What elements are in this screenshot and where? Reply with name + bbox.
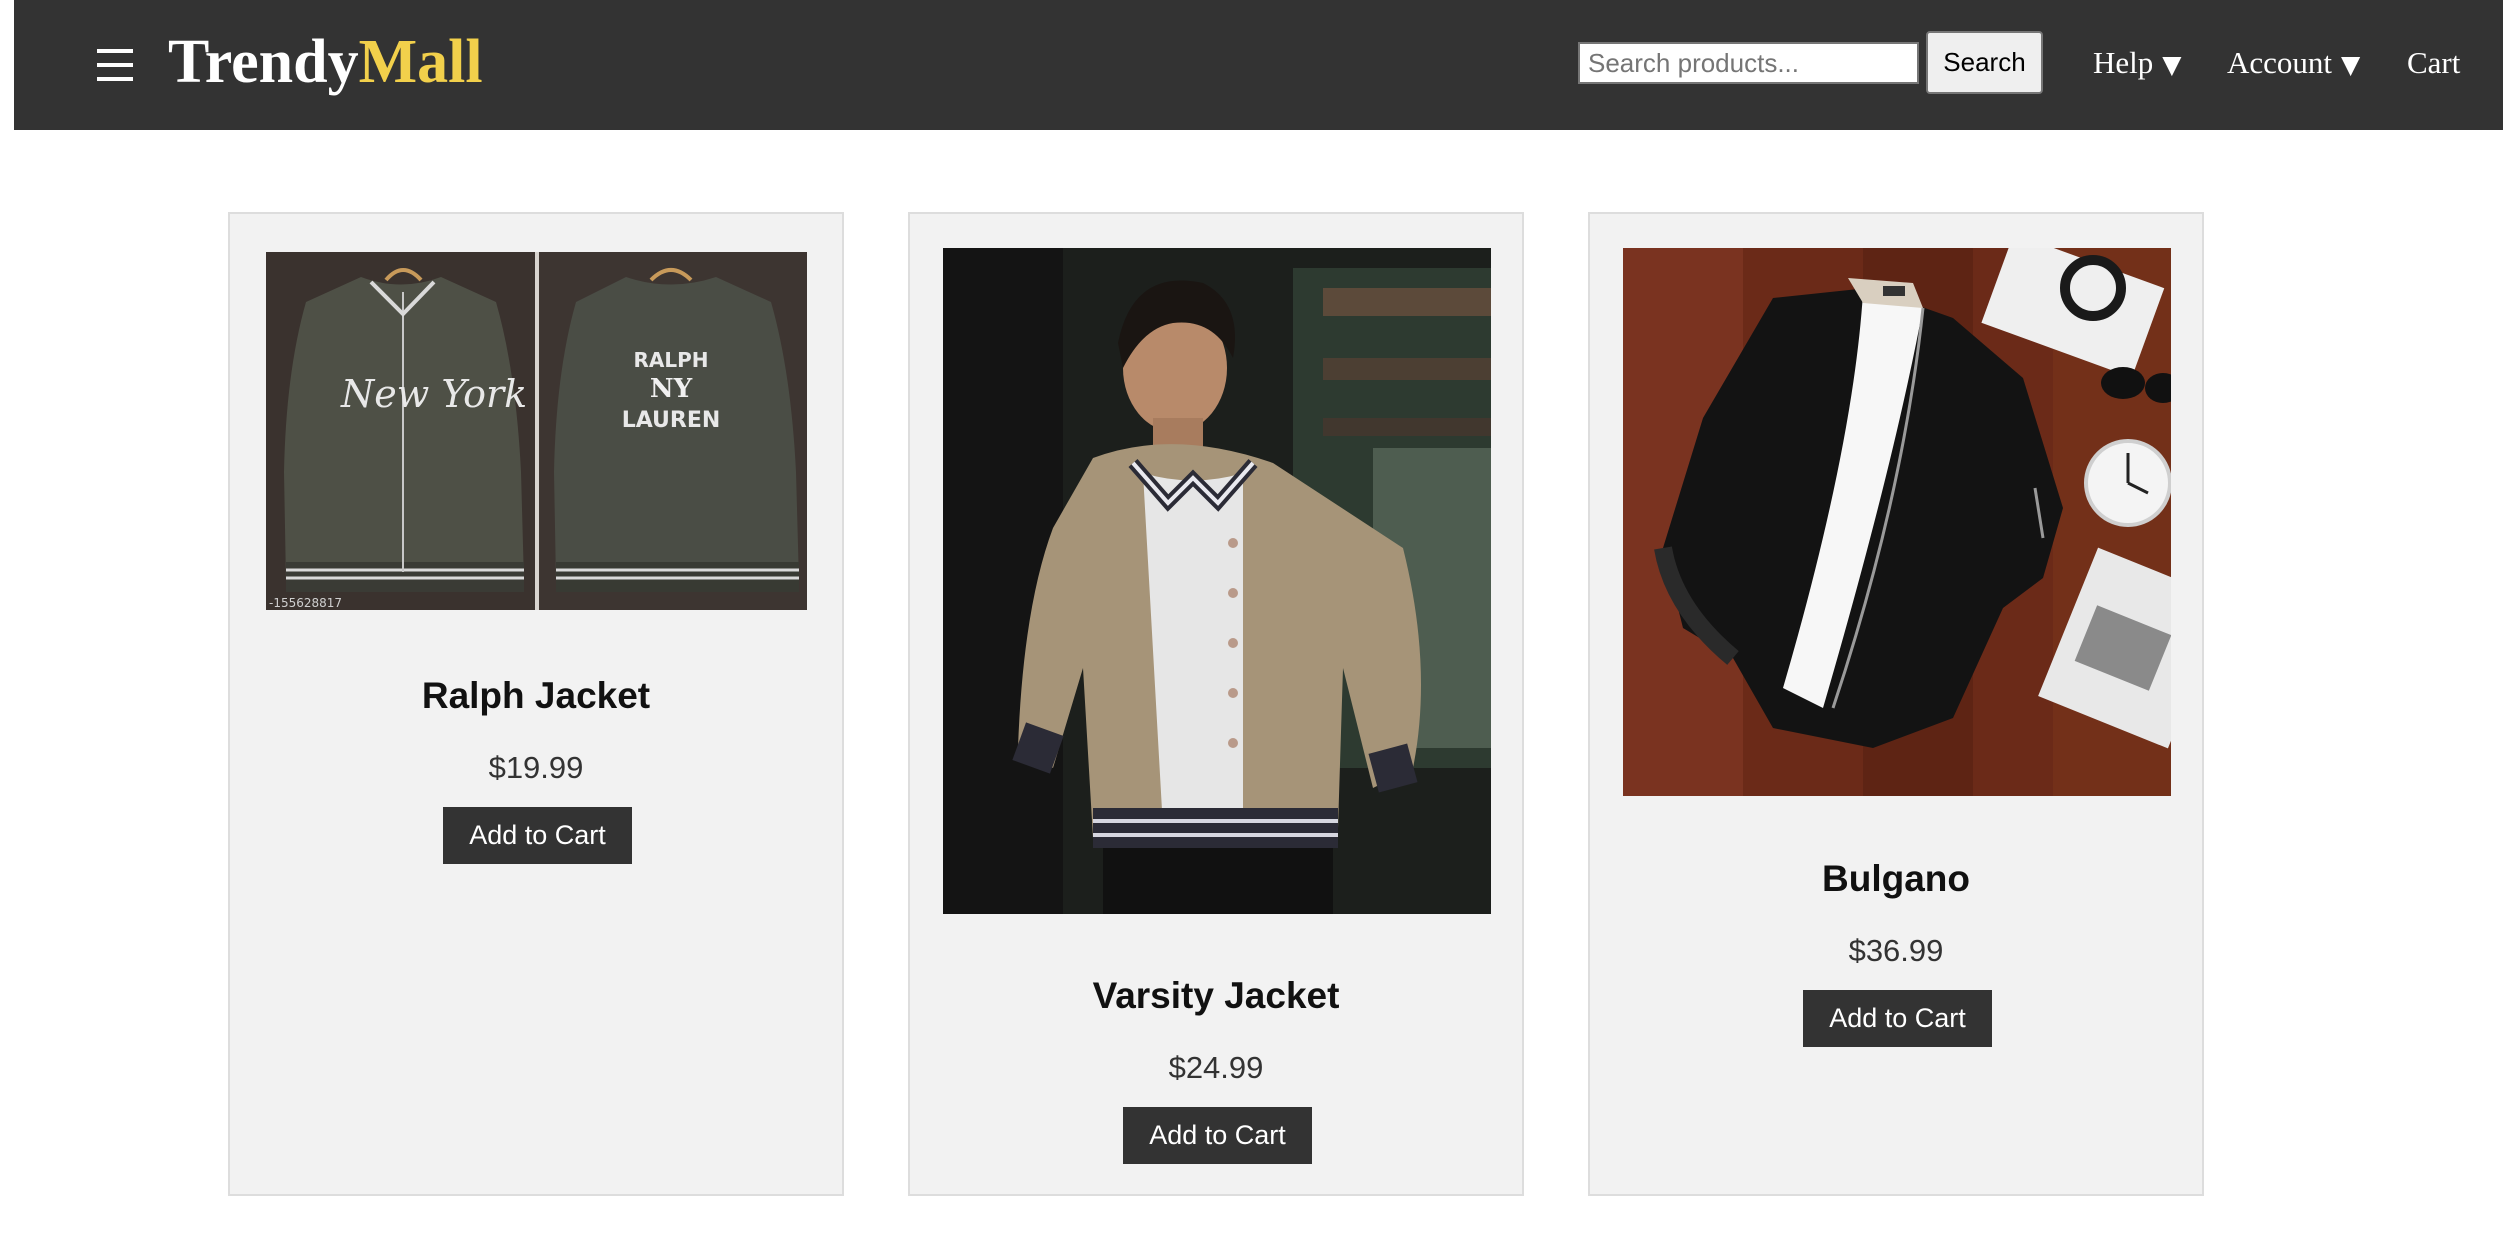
ralph-back-bottom-text: LAUREN bbox=[622, 408, 721, 433]
nav-cart-link[interactable]: Cart bbox=[2407, 40, 2460, 86]
ralph-back-monogram: NY bbox=[650, 374, 693, 404]
add-to-cart-button[interactable]: Add to Cart bbox=[1803, 990, 1992, 1047]
nav-account-dropdown[interactable]: Account ▼ bbox=[2227, 40, 2360, 86]
product-image-ralph-jacket[interactable]: New York -155628817 RALPH NY LAUREN bbox=[266, 252, 807, 610]
nav-account-label: Account bbox=[2227, 45, 2333, 80]
image-watermark: -155628817 bbox=[269, 596, 342, 610]
logo-text-main: Trendy bbox=[168, 28, 359, 96]
product-card: Varsity Jacket $24.99 Add to Cart bbox=[908, 212, 1524, 1196]
caret-down-icon: ▼ bbox=[2341, 50, 2361, 79]
product-card: Bulgano $36.99 Add to Cart bbox=[1588, 212, 2204, 1196]
site-logo[interactable]: TrendyMall bbox=[168, 22, 483, 102]
product-price: $24.99 bbox=[1168, 1050, 1264, 1085]
product-price: $36.99 bbox=[1848, 933, 1944, 968]
caret-down-icon: ▼ bbox=[2162, 50, 2182, 79]
nav-help-dropdown[interactable]: Help ▼ bbox=[2093, 40, 2182, 86]
logo-text-accent: Mall bbox=[358, 28, 483, 96]
product-name: Varsity Jacket bbox=[1092, 975, 1340, 1016]
search-input[interactable] bbox=[1578, 42, 1919, 84]
ralph-back-top-text: RALPH bbox=[633, 348, 708, 372]
add-to-cart-button[interactable]: Add to Cart bbox=[1123, 1107, 1312, 1164]
top-navbar: TrendyMall Search Help ▼ Account ▼ Cart bbox=[14, 0, 2503, 130]
product-card: New York -155628817 RALPH NY LAUREN Ralp… bbox=[228, 212, 844, 1196]
product-image-varsity-jacket[interactable] bbox=[943, 248, 1491, 914]
ralph-front-script: New York bbox=[340, 372, 527, 416]
nav-help-label: Help bbox=[2093, 45, 2154, 80]
product-image-bulgano[interactable] bbox=[1623, 248, 2171, 796]
hamburger-menu-icon[interactable] bbox=[97, 45, 133, 85]
add-to-cart-button[interactable]: Add to Cart bbox=[443, 807, 632, 864]
product-name: Bulgano bbox=[1822, 858, 1970, 899]
product-price: $19.99 bbox=[488, 750, 584, 785]
search-button[interactable]: Search bbox=[1926, 31, 2043, 94]
product-name: Ralph Jacket bbox=[421, 675, 651, 716]
